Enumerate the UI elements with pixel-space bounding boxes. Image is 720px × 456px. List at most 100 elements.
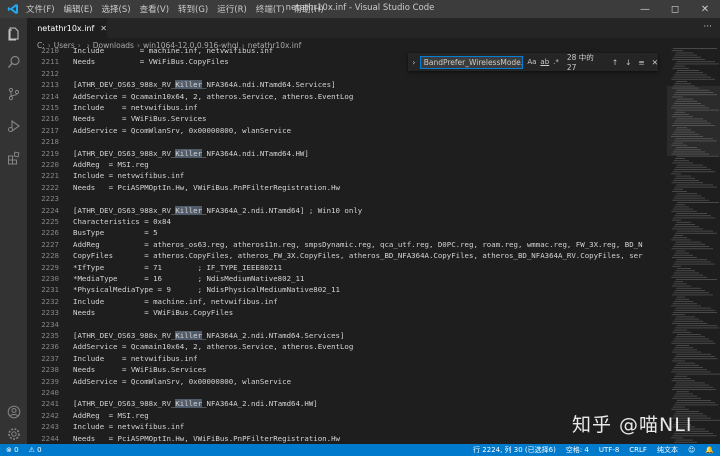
code-line[interactable]: 2222 Needs = PciASPMOptIn.Hw, VWiFiBus.Pn… (27, 182, 667, 193)
run-debug-icon[interactable] (0, 114, 27, 138)
code-line[interactable]: 2218 (27, 136, 667, 147)
extensions-icon[interactable] (0, 146, 27, 170)
code-line[interactable]: 2216 Needs = VWiFiBus.Services (27, 113, 667, 124)
minimap-line (674, 441, 697, 443)
menu-item[interactable]: 运行(R) (217, 3, 247, 15)
minimap-line (671, 351, 701, 353)
find-input[interactable]: BandPrefer_WirelessMode.n (419, 55, 524, 69)
code-line[interactable]: 2215 Include = netvwifibus.inf (27, 102, 667, 113)
code-line[interactable]: 2217 AddService = QcomWlanSrv, 0x00000800… (27, 125, 667, 136)
menu-item[interactable]: 转到(G) (178, 3, 208, 15)
code-line[interactable]: 2220 AddReg = MSI.reg (27, 159, 667, 170)
code-line[interactable]: 2231 *PhysicalMediaType = 9 ; NdisPhysica… (27, 284, 667, 295)
end-of-line[interactable]: CRLF (629, 446, 647, 454)
minimap-line (674, 367, 703, 368)
minimap-line (673, 320, 703, 322)
minimap-line (676, 325, 717, 327)
code-line[interactable]: 2242 AddReg = MSI.reg (27, 410, 667, 421)
cursor-position[interactable]: 行 2224, 列 30 (已选择6) (473, 445, 556, 455)
match-count: 28 中的 27 (566, 53, 594, 72)
indentation[interactable]: 空格: 4 (566, 445, 589, 455)
errors-status[interactable]: ⊗ 0 (6, 446, 19, 454)
feedback-icon[interactable]: ☺ (688, 446, 695, 454)
code-line[interactable]: 2240 (27, 387, 667, 398)
code-line[interactable]: 2219 [ATHR_DEV_OS63_988x_RV_Killer_NFA364… (27, 148, 667, 159)
menu-item[interactable]: 终端(T) (256, 3, 285, 15)
line-number: 2225 (41, 217, 59, 226)
code-line[interactable]: 2226 BusType = 5 (27, 227, 667, 238)
next-match-icon[interactable]: ↓ (625, 58, 631, 67)
minimap-line (676, 362, 695, 364)
minimap-line (675, 195, 701, 197)
menu-item[interactable]: 查看(V) (140, 3, 169, 15)
account-icon[interactable] (0, 400, 27, 424)
code-line[interactable]: 2234 (27, 319, 667, 330)
menu-item[interactable]: 选择(S) (102, 3, 131, 15)
code-line[interactable]: 2243 Include = netvwifibus.inf (27, 421, 667, 432)
whole-word-option[interactable]: ab (540, 58, 549, 66)
menu-item[interactable]: 文件(F) (26, 3, 55, 15)
code-line[interactable]: 2229 *IfType = 71 ; IF_TYPE_IEEE80211 (27, 262, 667, 273)
code-line[interactable]: 2214 AddService = Qcamain10x64, 2, athero… (27, 91, 667, 102)
code-line[interactable]: 2238 Needs = VWiFiBus.Services (27, 364, 667, 375)
code-line[interactable]: 2224 [ATHR_DEV_OS63_988x_RV_Killer_NFA364… (27, 205, 667, 216)
search-match-highlight: Killer (175, 148, 203, 158)
code-line[interactable]: 2227 AddReg = atheros_os63.reg, atheros11… (27, 239, 667, 250)
settings-gear-icon[interactable] (0, 422, 27, 446)
search-icon[interactable] (0, 50, 27, 74)
minimap-line (671, 437, 683, 439)
regex-option[interactable]: .* (553, 58, 559, 66)
code-line[interactable]: 2235 [ATHR_DEV_OS63_988x_RV_Killer_NFA364… (27, 330, 667, 341)
minimize-icon[interactable]: — (630, 0, 660, 18)
code-line[interactable]: 2237 Include = netvwifibus.inf (27, 353, 667, 364)
code-line[interactable]: 2223 (27, 193, 667, 204)
find-in-selection-icon[interactable]: ≡ (638, 58, 644, 67)
code-line[interactable]: 2221 Include = netvwifibus.inf (27, 170, 667, 181)
code-line[interactable]: 2213 [ATHR_DEV_OS63_988x_RV_Killer_NFA364… (27, 79, 667, 90)
source-control-icon[interactable] (0, 82, 27, 106)
menu-item[interactable]: 编辑(E) (64, 3, 93, 15)
toggle-replace-chevron-icon[interactable]: › (408, 58, 420, 67)
minimap-line (673, 292, 709, 294)
notifications-icon[interactable]: 🔔 (705, 446, 714, 454)
minimap-line (671, 371, 711, 373)
match-case-option[interactable]: Aa (527, 58, 536, 66)
window-controls: — ◻ ✕ (630, 0, 720, 18)
code-line[interactable]: 2228 CopyFiles = atheros.CopyFiles, ather… (27, 250, 667, 261)
explorer-icon[interactable] (0, 22, 27, 46)
minimap-line (673, 48, 717, 49)
code-text: Needs = VWiFiBus.CopyFiles (73, 57, 229, 67)
previous-match-icon[interactable]: ↑ (612, 58, 618, 67)
maximize-icon[interactable]: ◻ (660, 0, 690, 18)
close-icon[interactable]: ✕ (690, 0, 720, 18)
minimap-line (672, 76, 711, 78)
minimap[interactable] (667, 46, 720, 444)
code-line[interactable]: 2236 AddService = Qcamain10x64, 2, athero… (27, 341, 667, 352)
editor-text-area[interactable]: 2210 Include = machine.inf, netvwifibus.i… (27, 46, 667, 444)
code-line[interactable]: 2233 Needs = VWiFiBus.CopyFiles (27, 307, 667, 318)
minimap-line (676, 184, 713, 186)
minimap-line (671, 50, 683, 52)
minimap-line (673, 65, 685, 67)
tab-close-icon[interactable]: ✕ (100, 24, 107, 33)
code-line[interactable]: 2225 Characteristics = 0x84 (27, 216, 667, 227)
encoding[interactable]: UTF-8 (599, 446, 619, 454)
minimap-line (675, 204, 685, 206)
more-actions-icon[interactable]: ··· (703, 22, 712, 32)
code-line[interactable]: 2244 Needs = PciASPMOptIn.Hw, VWiFiBus.Pn… (27, 433, 667, 444)
line-number: 2236 (41, 342, 59, 352)
code-line[interactable]: 2239 AddService = QcomWlanSrv, 0x00000800… (27, 376, 667, 387)
minimap-line (672, 340, 713, 342)
line-number: 2231 (41, 285, 59, 295)
close-find-icon[interactable]: ✕ (652, 58, 658, 67)
menu-item[interactable]: 帮助(H) (294, 3, 324, 15)
minimap-line (674, 74, 707, 76)
language-mode[interactable]: 纯文本 (657, 445, 678, 455)
code-line[interactable]: 2232 Include = machine.inf, netvwifibus.i… (27, 296, 667, 307)
minimap-line (676, 250, 685, 252)
tab-netathr10x[interactable]: netathr10x.inf ✕ (27, 18, 107, 38)
code-line[interactable]: 2241 [ATHR_DEV_OS63_988x_RV_Killer_NFA364… (27, 398, 667, 409)
minimap-line (671, 219, 681, 221)
code-line[interactable]: 2230 *MediaType = 16 ; NdisMediumNative80… (27, 273, 667, 284)
warnings-status[interactable]: ⚠ 0 (29, 446, 42, 454)
